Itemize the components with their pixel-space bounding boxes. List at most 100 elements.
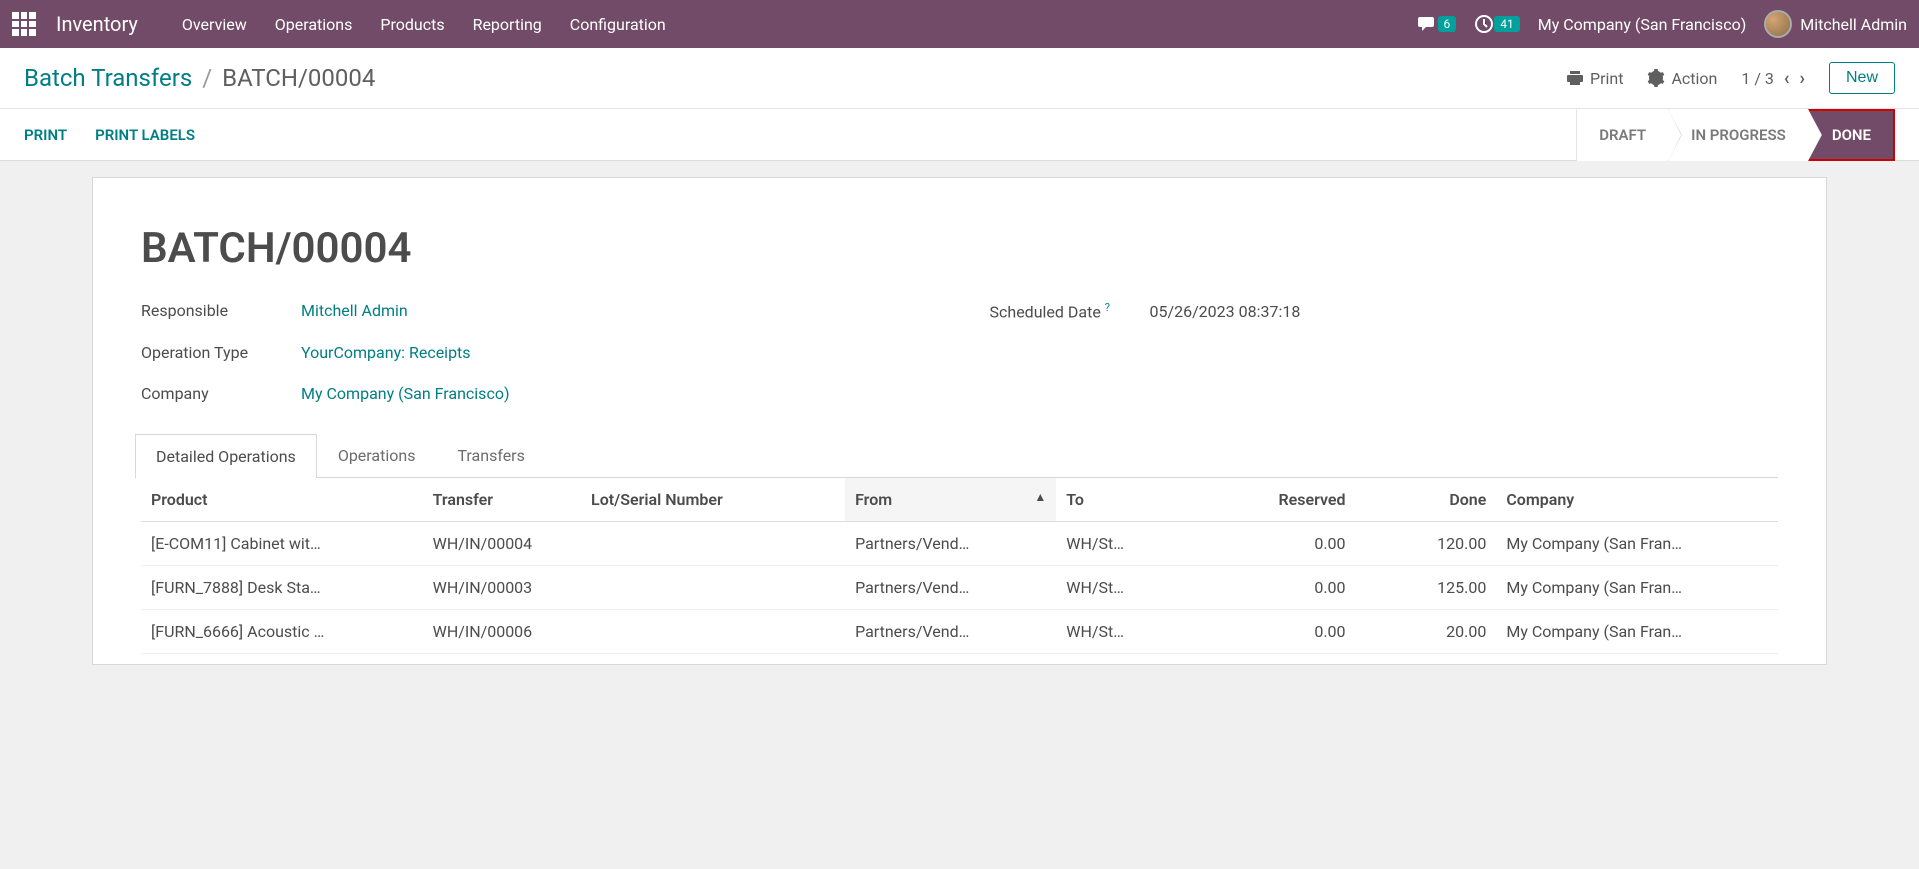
- activities-icon[interactable]: 41: [1474, 14, 1520, 34]
- company-switcher[interactable]: My Company (San Francisco): [1538, 15, 1747, 34]
- table-row[interactable]: [FURN_7888] Desk Sta…WH/IN/00003 Partners…: [141, 566, 1778, 610]
- th-transfer[interactable]: Transfer: [423, 478, 581, 522]
- field-grid: Responsible Mitchell Admin Scheduled Dat…: [141, 301, 1778, 403]
- cell-transfer: WH/IN/00006: [423, 610, 581, 654]
- breadcrumb-parent[interactable]: Batch Transfers: [24, 64, 192, 92]
- cell-product: [FURN_7888] Desk Sta…: [141, 566, 423, 610]
- print-icon: [1566, 69, 1584, 87]
- cell-reserved: 0.00: [1197, 610, 1355, 654]
- messages-badge: 6: [1438, 16, 1457, 32]
- cell-done: 120.00: [1356, 522, 1497, 566]
- cell-company: My Company (San Fran…: [1496, 566, 1778, 610]
- help-icon[interactable]: ?: [1105, 301, 1110, 314]
- company-label: Company: [141, 384, 301, 403]
- status-bar: DRAFT IN PROGRESS DONE: [1576, 109, 1895, 161]
- tab-detailed-operations[interactable]: Detailed Operations: [135, 434, 317, 478]
- print-button[interactable]: Print: [1566, 69, 1623, 88]
- cell-reserved: 0.00: [1197, 522, 1355, 566]
- cell-company: My Company (San Fran…: [1496, 610, 1778, 654]
- field-responsible: Responsible Mitchell Admin: [141, 301, 930, 321]
- new-button[interactable]: New: [1829, 62, 1895, 94]
- form-sheet: BATCH/00004 Responsible Mitchell Admin S…: [92, 177, 1827, 665]
- avatar-icon: [1764, 10, 1792, 38]
- nav-operations[interactable]: Operations: [275, 15, 353, 34]
- table-row[interactable]: [FURN_6666] Acoustic …WH/IN/00006 Partner…: [141, 610, 1778, 654]
- navbar-left: Inventory Overview Operations Products R…: [12, 12, 666, 36]
- th-company[interactable]: Company: [1496, 478, 1778, 522]
- cell-to: WH/St…: [1056, 610, 1197, 654]
- content-wrap: BATCH/00004 Responsible Mitchell Admin S…: [0, 161, 1919, 705]
- cell-lot: [581, 566, 845, 610]
- cell-done: 20.00: [1356, 610, 1497, 654]
- action-label: Action: [1671, 69, 1717, 88]
- activities-badge: 41: [1494, 16, 1520, 32]
- cell-transfer: WH/IN/00004: [423, 522, 581, 566]
- action-bar: PRINT PRINT LABELS DRAFT IN PROGRESS DON…: [0, 109, 1919, 161]
- th-done[interactable]: Done: [1356, 478, 1497, 522]
- nav-overview[interactable]: Overview: [182, 15, 247, 34]
- th-reserved[interactable]: Reserved: [1197, 478, 1355, 522]
- breadcrumb-current: BATCH/00004: [222, 64, 375, 92]
- pager-next[interactable]: ›: [1800, 68, 1805, 89]
- record-title: BATCH/00004: [141, 224, 1778, 273]
- messages-icon[interactable]: 6: [1418, 15, 1457, 33]
- pager-prev[interactable]: ‹: [1784, 68, 1790, 89]
- table-row[interactable]: [E-COM11] Cabinet wit…WH/IN/00004 Partner…: [141, 522, 1778, 566]
- cell-lot: [581, 610, 845, 654]
- cell-lot: [581, 522, 845, 566]
- nav-configuration[interactable]: Configuration: [570, 15, 666, 34]
- cell-company: My Company (San Fran…: [1496, 522, 1778, 566]
- status-in-progress[interactable]: IN PROGRESS: [1668, 109, 1808, 161]
- breadcrumb-sep: /: [202, 64, 212, 92]
- tabs: Detailed Operations Operations Transfers: [135, 433, 1778, 478]
- scheduled-date-label: Scheduled Date ?: [990, 301, 1150, 321]
- operations-table: Product Transfer Lot/Serial Number From ▲…: [141, 478, 1778, 654]
- navbar-right: 6 41 My Company (San Francisco) Mitchell…: [1418, 10, 1908, 38]
- cell-from: Partners/Vend…: [845, 566, 1056, 610]
- field-company: Company My Company (San Francisco): [141, 384, 930, 403]
- app-title[interactable]: Inventory: [56, 12, 138, 36]
- cell-product: [E-COM11] Cabinet wit…: [141, 522, 423, 566]
- print-label: Print: [1590, 69, 1623, 88]
- gear-icon: [1647, 69, 1665, 87]
- print-action[interactable]: PRINT: [24, 126, 67, 144]
- th-to[interactable]: To: [1056, 478, 1197, 522]
- pager: 1 / 3 ‹ ›: [1741, 68, 1805, 89]
- user-name: Mitchell Admin: [1800, 15, 1907, 34]
- pager-count[interactable]: 1 / 3: [1741, 69, 1774, 88]
- responsible-label: Responsible: [141, 301, 301, 320]
- scheduled-date-label-text: Scheduled Date: [990, 302, 1101, 321]
- field-operation-type: Operation Type YourCompany: Receipts: [141, 343, 930, 362]
- apps-icon[interactable]: [12, 12, 36, 36]
- left-actions: PRINT PRINT LABELS: [24, 126, 195, 144]
- cell-product: [FURN_6666] Acoustic …: [141, 610, 423, 654]
- field-scheduled-date: Scheduled Date ? 05/26/2023 08:37:18: [990, 301, 1779, 321]
- status-draft[interactable]: DRAFT: [1576, 109, 1668, 161]
- top-navbar: Inventory Overview Operations Products R…: [0, 0, 1919, 48]
- th-product[interactable]: Product: [141, 478, 423, 522]
- operation-type-label: Operation Type: [141, 343, 301, 362]
- cell-done: 125.00: [1356, 566, 1497, 610]
- th-from[interactable]: From ▲: [845, 478, 1056, 522]
- user-menu[interactable]: Mitchell Admin: [1764, 10, 1907, 38]
- print-labels-action[interactable]: PRINT LABELS: [95, 126, 195, 144]
- operation-type-value[interactable]: YourCompany: Receipts: [301, 343, 471, 362]
- sort-asc-icon: ▲: [1034, 490, 1046, 504]
- company-value[interactable]: My Company (San Francisco): [301, 384, 510, 403]
- nav-menu: Overview Operations Products Reporting C…: [182, 15, 666, 34]
- th-from-label: From: [855, 490, 892, 509]
- responsible-value[interactable]: Mitchell Admin: [301, 301, 408, 320]
- th-lot[interactable]: Lot/Serial Number: [581, 478, 845, 522]
- nav-reporting[interactable]: Reporting: [473, 15, 542, 34]
- cell-transfer: WH/IN/00003: [423, 566, 581, 610]
- tab-operations[interactable]: Operations: [317, 433, 437, 477]
- action-button[interactable]: Action: [1647, 69, 1717, 88]
- cell-from: Partners/Vend…: [845, 610, 1056, 654]
- tab-transfers[interactable]: Transfers: [436, 433, 545, 477]
- cell-to: WH/St…: [1056, 522, 1197, 566]
- cell-reserved: 0.00: [1197, 566, 1355, 610]
- scheduled-date-value: 05/26/2023 08:37:18: [1150, 302, 1301, 321]
- nav-products[interactable]: Products: [380, 15, 444, 34]
- breadcrumb-bar: Batch Transfers / BATCH/00004 Print Acti…: [0, 48, 1919, 109]
- cell-from: Partners/Vend…: [845, 522, 1056, 566]
